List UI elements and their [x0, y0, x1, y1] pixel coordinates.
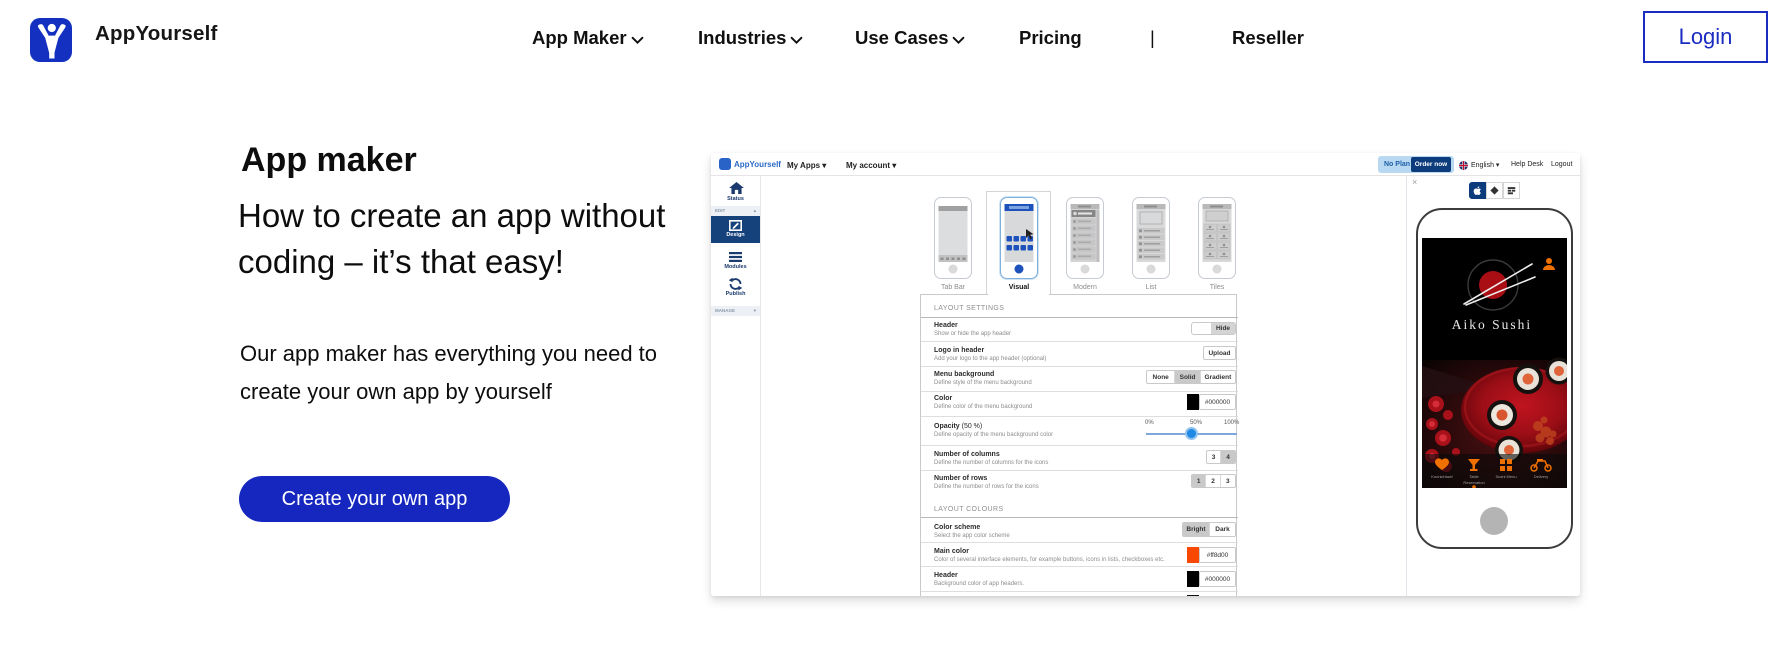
svg-text:Aiko Sushi: Aiko Sushi — [1452, 317, 1532, 332]
svg-text:Konnichiwa!: Konnichiwa! — [1431, 474, 1453, 479]
svg-text:Sushi Menu: Sushi Menu — [1495, 474, 1516, 479]
svg-text:Table: Table — [1469, 474, 1479, 479]
svg-text:Delivery: Delivery — [1534, 474, 1548, 479]
svg-text:Reservation: Reservation — [1463, 480, 1484, 485]
